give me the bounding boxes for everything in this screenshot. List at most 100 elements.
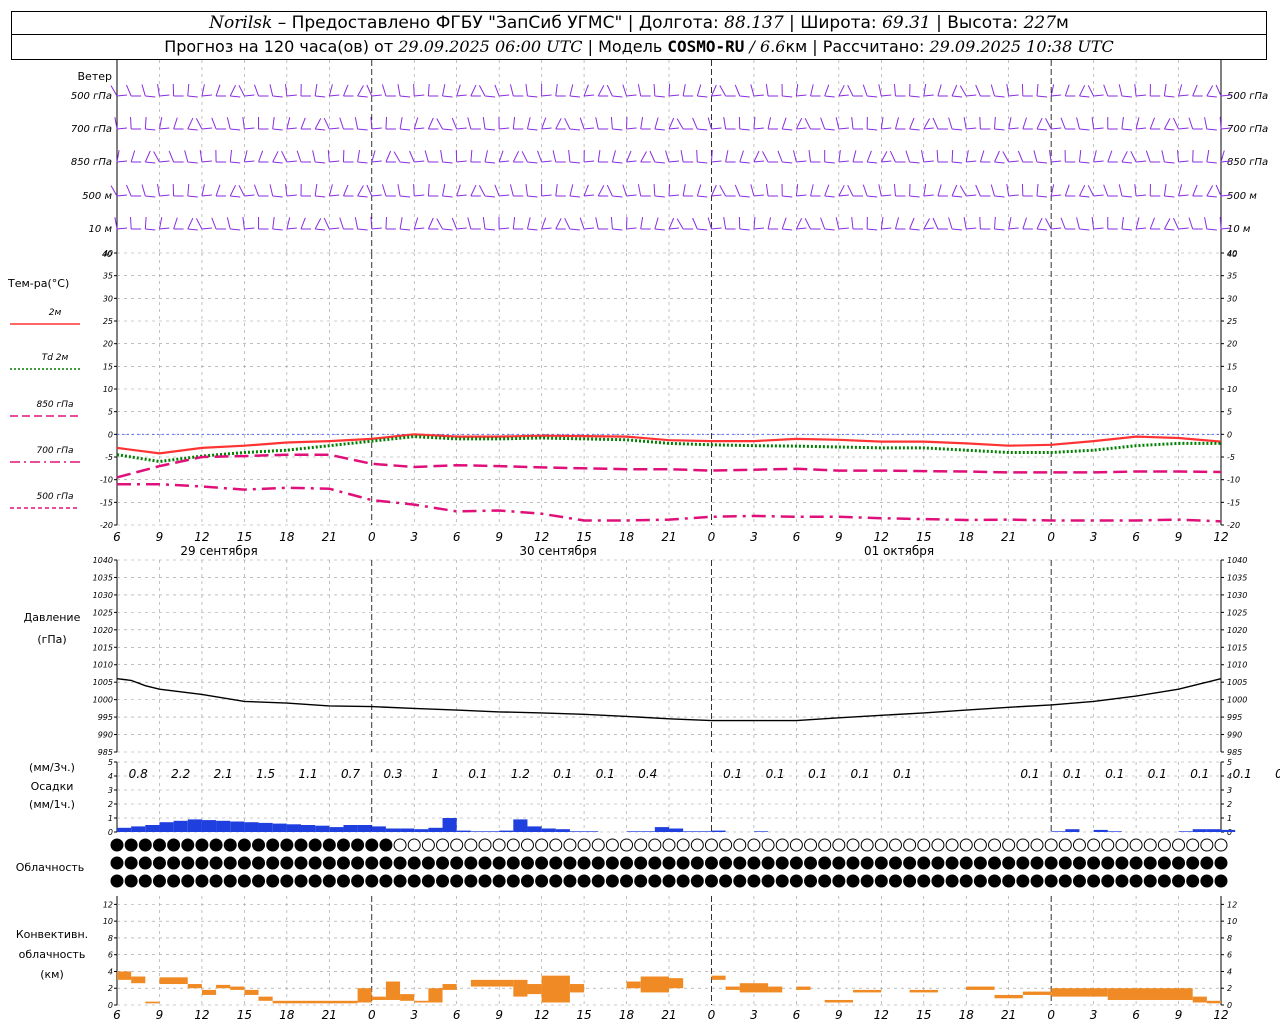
cloud-circle [973, 856, 987, 870]
cloud-circle [846, 838, 860, 852]
precip-unit-1h: (мм/1ч.) [29, 798, 75, 811]
wind-barb [1118, 184, 1132, 198]
time-axis-label: 6 [1132, 530, 1140, 544]
cloud-circle [789, 856, 803, 870]
wind-barb [1021, 83, 1033, 97]
cloud-circle [591, 838, 605, 852]
wind-barb [211, 117, 227, 130]
wind-barb [537, 150, 552, 163]
wind-barb [555, 84, 566, 97]
wind-barb [381, 84, 396, 97]
wind-barb [653, 83, 665, 98]
wind-barb [597, 150, 609, 163]
wind-barb [269, 184, 283, 198]
wind-barb [880, 217, 892, 230]
wind-barb [399, 117, 411, 131]
precip-bar [1051, 831, 1066, 832]
wind-barb [552, 150, 566, 163]
conv-bar [994, 994, 1023, 999]
temp-ytick-label-left: 10 [103, 385, 113, 394]
cloud-circle [620, 874, 634, 888]
precip-3h-amount: 0.3 [383, 767, 402, 781]
precip-3h-amount: 0.1 [766, 767, 785, 781]
wind-barb [847, 184, 863, 197]
cloud-circle [1058, 838, 1072, 852]
precip-bar [258, 822, 273, 832]
cloud-circle [110, 874, 124, 888]
wind-barb [327, 149, 340, 163]
precip-bar [216, 820, 231, 832]
wind-barb [820, 217, 835, 231]
pres-ytick-label-right: 1020 [1227, 626, 1247, 635]
cloud-circle [761, 838, 775, 852]
time-axis-label: 9 [495, 530, 503, 544]
wind-barb [1135, 117, 1147, 130]
wind-barb [215, 84, 227, 97]
temp-legend-label: 2м [49, 308, 62, 318]
cloud-circle [804, 838, 818, 852]
wind-barb [238, 85, 255, 97]
cloud-circle [138, 838, 152, 852]
wind-barb [285, 184, 297, 197]
cloud-circle [931, 856, 945, 870]
cloud-circle [676, 838, 690, 852]
cloud-circle [662, 838, 676, 852]
cloud-circle [789, 874, 803, 888]
conv-bar [117, 971, 132, 980]
pres-ytick-label-right: 1010 [1227, 661, 1247, 670]
conv-bar [1022, 991, 1052, 995]
conv-bar [201, 989, 217, 995]
precip-bar [244, 822, 259, 832]
precip-bar [1065, 829, 1080, 832]
conv-bar [513, 979, 528, 997]
cloud-circle [365, 838, 379, 852]
prec-ytick-label-right: 2 [1227, 800, 1232, 809]
conv-bar [768, 986, 783, 993]
precip-bar [626, 831, 641, 832]
conv-bar [131, 976, 146, 984]
wind-barb [680, 150, 694, 163]
wind-barb [851, 217, 863, 230]
precip-bar [683, 831, 698, 832]
cloud-circle [351, 856, 365, 870]
wind-barb [610, 116, 623, 131]
cloud-circle [719, 874, 733, 888]
cloud-circle [888, 874, 902, 888]
wind-barb [692, 217, 708, 231]
wind-barb [424, 150, 439, 163]
wind-barb [354, 217, 368, 231]
wind-barb [920, 150, 934, 163]
cloud-circle [195, 874, 209, 888]
wind-barb [1192, 149, 1203, 163]
pres-ytick-label-right: 1005 [1227, 678, 1247, 687]
wind-barb [366, 184, 382, 197]
wind-barb [427, 183, 439, 197]
wind-barb [269, 84, 283, 98]
wind-barb [622, 184, 637, 197]
wind-barb [440, 150, 453, 164]
precip-bar [753, 831, 769, 832]
date-label: 29 сентября [180, 544, 257, 558]
wind-barb [1076, 117, 1090, 131]
time-axis-label: 6 [793, 530, 801, 544]
wind-barb [456, 84, 467, 97]
wind-barb [1172, 217, 1189, 230]
cloud-circle [860, 874, 874, 888]
precip-3h-amount: 2.1 [214, 767, 233, 781]
cloud-circle [308, 856, 322, 870]
time-axis-label: 6 [113, 530, 121, 544]
conv-title-1: Конвективн. [16, 928, 88, 941]
temp-ytick-label-right: 5 [1227, 408, 1232, 417]
precip-bar [584, 831, 599, 832]
conv-bar [853, 989, 882, 993]
cloud-circle [1129, 838, 1143, 852]
wind-barb [385, 216, 396, 230]
wind-barb [436, 118, 453, 131]
wind-barb [397, 184, 411, 198]
conv-time-axis-label: 3 [750, 1008, 758, 1022]
cloud-circle [818, 856, 832, 870]
wind-barb [555, 218, 566, 230]
cloud-circle [662, 874, 676, 888]
cloud-circle [917, 874, 931, 888]
conv-time-axis-label: 6 [1132, 1008, 1140, 1022]
